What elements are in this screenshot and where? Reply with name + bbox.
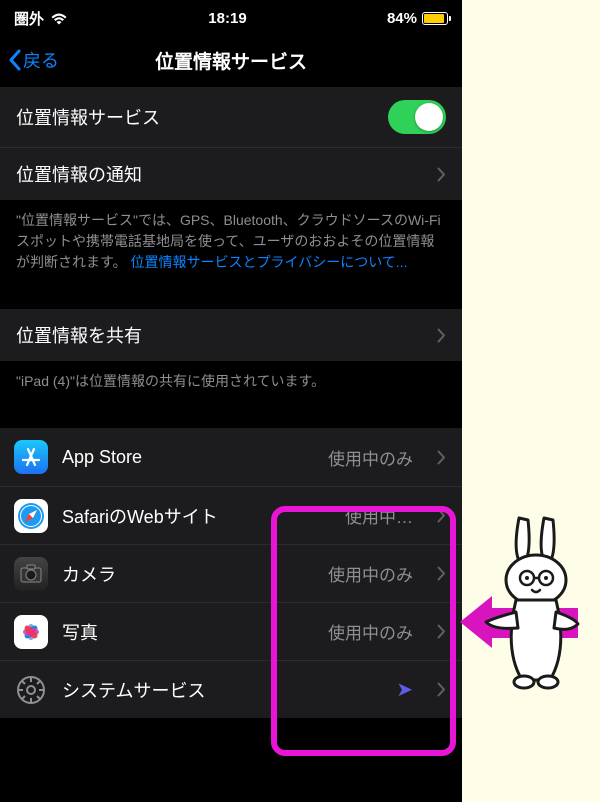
share-label: 位置情報を共有: [16, 322, 142, 348]
nav-header: 戻る 位置情報サービス: [0, 37, 462, 87]
photos-icon: [14, 615, 48, 649]
app-row-photos[interactable]: 写真使用中のみ: [0, 602, 462, 660]
chevron-right-icon: [437, 167, 446, 182]
app-label: 写真: [62, 619, 314, 645]
time-label: 18:19: [208, 10, 246, 27]
page-title: 位置情報サービス: [155, 47, 307, 74]
app-label: システムサービス: [62, 677, 382, 703]
wifi-icon: [50, 12, 68, 25]
back-button[interactable]: 戻る: [8, 47, 59, 73]
footer-description-1: "位置情報サービス"では、GPS、Bluetooth、クラウドソースのWi-Fi…: [0, 200, 462, 283]
chevron-right-icon: [437, 682, 446, 697]
chevron-left-icon: [8, 49, 21, 71]
location-alerts-row[interactable]: 位置情報の通知: [0, 147, 462, 200]
camera-icon: [14, 557, 48, 591]
chevron-right-icon: [437, 624, 446, 639]
app-label: App Store: [62, 447, 314, 468]
app-status: 使用中…: [345, 503, 413, 528]
safari-icon: [14, 499, 48, 533]
app-status: 使用中のみ: [328, 619, 413, 644]
footer-description-2: "iPad (4)"は位置情報の共有に使用されています。: [0, 361, 462, 402]
chevron-right-icon: [437, 328, 446, 343]
bunny-character: [474, 510, 594, 690]
appstore-icon: [14, 440, 48, 474]
carrier-label: 圏外: [14, 8, 44, 29]
app-row-system[interactable]: システムサービス ➤: [0, 660, 462, 718]
share-location-row[interactable]: 位置情報を共有: [0, 309, 462, 361]
location-services-toggle-row[interactable]: 位置情報サービス: [0, 87, 462, 147]
battery-percent: 84%: [387, 10, 417, 27]
chevron-right-icon: [437, 566, 446, 581]
location-arrow-icon: ➤: [396, 677, 413, 702]
toggle-label: 位置情報サービス: [16, 104, 160, 130]
back-label: 戻る: [23, 47, 59, 73]
privacy-link[interactable]: 位置情報サービスとプライバシーについて...: [131, 254, 408, 270]
phone-screen: 圏外 18:19 84% 戻る 位置情報サービス 位置情報サービス 位置情報の通…: [0, 0, 462, 802]
app-row-camera[interactable]: カメラ使用中のみ: [0, 544, 462, 602]
app-status: 使用中のみ: [328, 445, 413, 470]
chevron-right-icon: [437, 450, 446, 465]
app-row-safari[interactable]: SafariのWebサイト使用中…: [0, 486, 462, 544]
app-label: カメラ: [62, 561, 314, 587]
status-bar: 圏外 18:19 84%: [0, 0, 462, 37]
system-icon: [14, 673, 48, 707]
app-row-appstore[interactable]: App Store 使用中のみ: [0, 428, 462, 486]
battery-icon: [422, 12, 448, 25]
chevron-right-icon: [437, 508, 446, 523]
alerts-label: 位置情報の通知: [16, 161, 142, 187]
app-status: 使用中のみ: [328, 561, 413, 586]
toggle-switch[interactable]: [388, 100, 446, 134]
app-list: App Store使用中のみSafariのWebサイト使用中…カメラ使用中のみ写…: [0, 428, 462, 718]
app-label: SafariのWebサイト: [62, 503, 331, 529]
